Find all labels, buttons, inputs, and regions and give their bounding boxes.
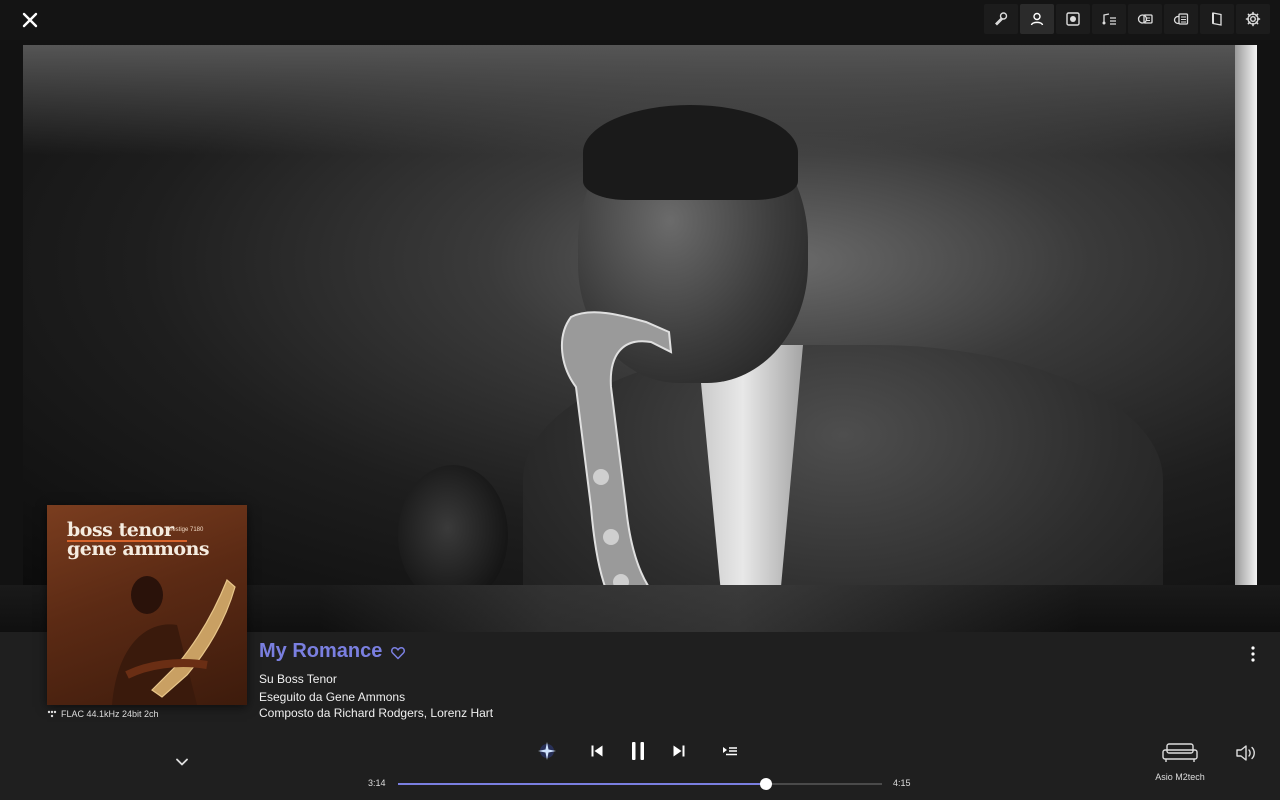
credits-icon (1173, 13, 1189, 25)
output-device-name: Asio M2tech (1155, 772, 1205, 782)
tab-booklet[interactable] (1200, 4, 1234, 34)
close-icon (22, 12, 38, 28)
settings-icon (1245, 11, 1261, 27)
output-device-button[interactable]: Asio M2tech (1150, 740, 1210, 790)
track-title[interactable]: My Romance (259, 640, 382, 663)
cover-title-line2: gene ammons (67, 538, 210, 560)
skip-previous-icon (591, 745, 603, 757)
top-bar (0, 0, 1280, 40)
cover-artwork (112, 576, 236, 705)
booklet-icon (1212, 12, 1222, 26)
next-button[interactable] (669, 739, 689, 763)
transport-controls (535, 739, 745, 765)
pause-button[interactable] (627, 739, 649, 763)
more-options-icon[interactable] (1245, 645, 1261, 663)
sparkle-icon (538, 742, 556, 760)
audio-quality-info: FLAC 44.1kHz 24bit 2ch (47, 709, 159, 719)
album-icon (1066, 12, 1080, 26)
lyrics-icon (1102, 13, 1116, 25)
tab-credits[interactable] (1164, 4, 1198, 34)
audio-quality-text: FLAC 44.1kHz 24bit 2ch (61, 709, 159, 719)
favorite-heart-icon[interactable] (390, 645, 406, 661)
pause-icon (632, 742, 644, 760)
cover-label: prestige 7180 (167, 527, 204, 533)
seek-slider[interactable] (398, 778, 882, 790)
sofa-icon (1162, 743, 1198, 762)
saxophone-shape (560, 311, 673, 585)
tab-album[interactable] (1056, 4, 1090, 34)
previous-button[interactable] (587, 739, 607, 763)
volume-icon[interactable] (1235, 743, 1259, 763)
artist-line[interactable]: Eseguito da Gene Ammons (259, 690, 405, 704)
tab-review[interactable] (1128, 4, 1162, 34)
album-cover[interactable]: boss tenor gene ammons prestige 7180 (47, 505, 247, 705)
skip-next-icon (673, 745, 685, 757)
autoplay-button[interactable] (535, 739, 559, 763)
tab-microphone[interactable] (984, 4, 1018, 34)
tab-artist[interactable] (1020, 4, 1054, 34)
collapse-chevron-icon[interactable] (174, 754, 190, 770)
tab-lyrics[interactable] (1092, 4, 1126, 34)
view-toolbar (984, 4, 1270, 34)
background-musician (398, 465, 508, 585)
album-line[interactable]: Su Boss Tenor (259, 672, 337, 686)
seek-progress (398, 783, 766, 785)
composer-line[interactable]: Composto da Richard Rodgers, Lorenz Hart (259, 706, 493, 720)
queue-icon (723, 747, 737, 756)
current-time: 3:14 (368, 778, 386, 788)
close-button[interactable] (18, 8, 42, 32)
review-icon (1137, 14, 1153, 24)
seek-handle[interactable] (759, 778, 772, 790)
artist-icon (1030, 12, 1044, 26)
total-time: 4:15 (893, 778, 911, 788)
queue-button[interactable] (719, 739, 741, 763)
artist-photo (23, 45, 1257, 585)
settings-button[interactable] (1236, 4, 1270, 34)
hires-icon (47, 710, 57, 718)
microphone-icon (995, 12, 1008, 26)
